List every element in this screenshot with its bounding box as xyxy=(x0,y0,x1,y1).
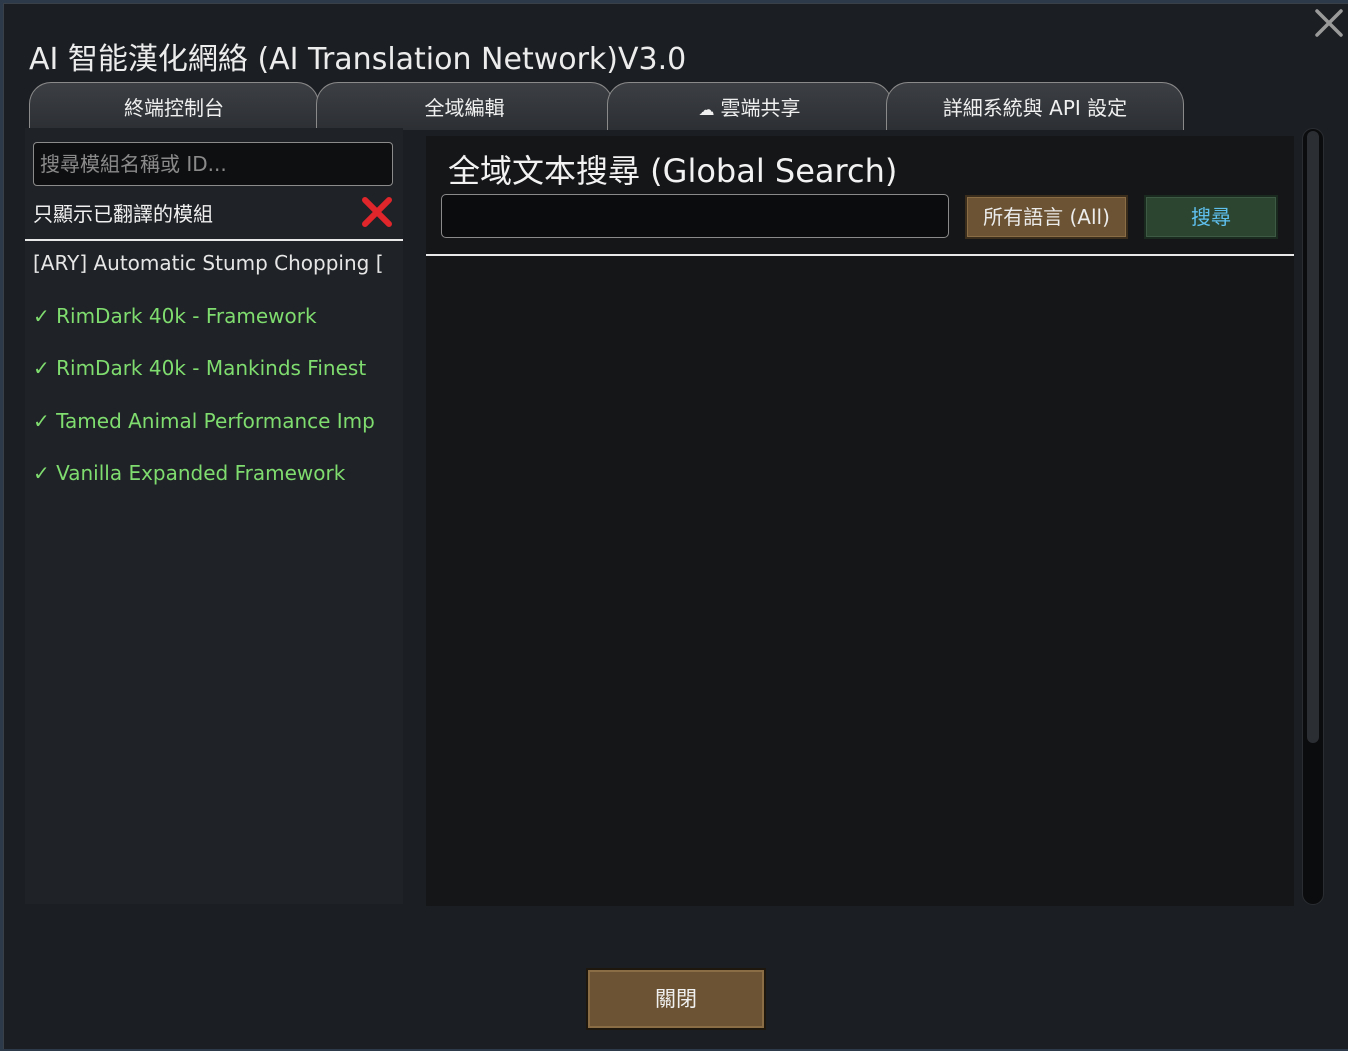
list-item[interactable]: [ARY] Automatic Stump Chopping [ xyxy=(33,240,399,293)
close-window-icon[interactable] xyxy=(1312,6,1346,40)
tab-label: 終端控制台 xyxy=(124,96,224,120)
tab-bar: 終端控制台 全域編輯 ☁ 雲端共享 詳細系統與 API 設定 xyxy=(29,82,1189,132)
close-button[interactable]: 關閉 xyxy=(586,968,766,1030)
list-item[interactable]: ✓ Tamed Animal Performance Imp xyxy=(33,398,399,451)
scrollbar-thumb[interactable] xyxy=(1307,131,1319,743)
tab-label: 全域編輯 xyxy=(424,96,505,120)
search-button[interactable]: 搜尋 xyxy=(1144,195,1278,239)
translated-filter-toggle[interactable]: 只顯示已翻譯的模組 xyxy=(33,194,395,234)
language-select-button[interactable]: 所有語言 (All) xyxy=(965,195,1128,239)
tab-global-edit[interactable]: 全域編輯 xyxy=(316,82,613,130)
mod-sidebar: 只顯示已翻譯的模組 [ARY] Automatic Stump Chopping… xyxy=(25,128,403,904)
window-title: AI 智能漢化網絡 (AI Translation Network)V3.0 xyxy=(29,42,687,77)
tab-label: 詳細系統與 API 設定 xyxy=(942,96,1128,120)
tab-terminal-console[interactable]: 終端控制台 xyxy=(29,82,319,130)
red-x-icon[interactable] xyxy=(359,194,395,230)
list-item[interactable]: ✓ RimDark 40k - Framework xyxy=(33,293,399,346)
panel-title: 全域文本搜尋 (Global Search) xyxy=(448,152,898,190)
global-search-input[interactable] xyxy=(441,194,949,238)
tab-cloud-share[interactable]: ☁ 雲端共享 xyxy=(607,82,892,130)
tab-label: 雲端共享 xyxy=(720,96,801,120)
global-search-panel: 全域文本搜尋 (Global Search) 所有語言 (All) 搜尋 xyxy=(426,136,1294,906)
search-results-area xyxy=(426,256,1294,906)
tab-system-api-settings[interactable]: 詳細系統與 API 設定 xyxy=(886,82,1184,130)
scrollbar[interactable] xyxy=(1302,128,1324,905)
mod-search-input[interactable] xyxy=(33,142,393,186)
filter-label: 只顯示已翻譯的模組 xyxy=(33,202,213,226)
mod-list: [ARY] Automatic Stump Chopping [ ✓ RimDa… xyxy=(33,240,399,503)
cloud-icon: ☁ xyxy=(698,100,715,119)
list-item[interactable]: ✓ Vanilla Expanded Framework xyxy=(33,450,399,503)
list-item[interactable]: ✓ RimDark 40k - Mankinds Finest xyxy=(33,345,399,398)
